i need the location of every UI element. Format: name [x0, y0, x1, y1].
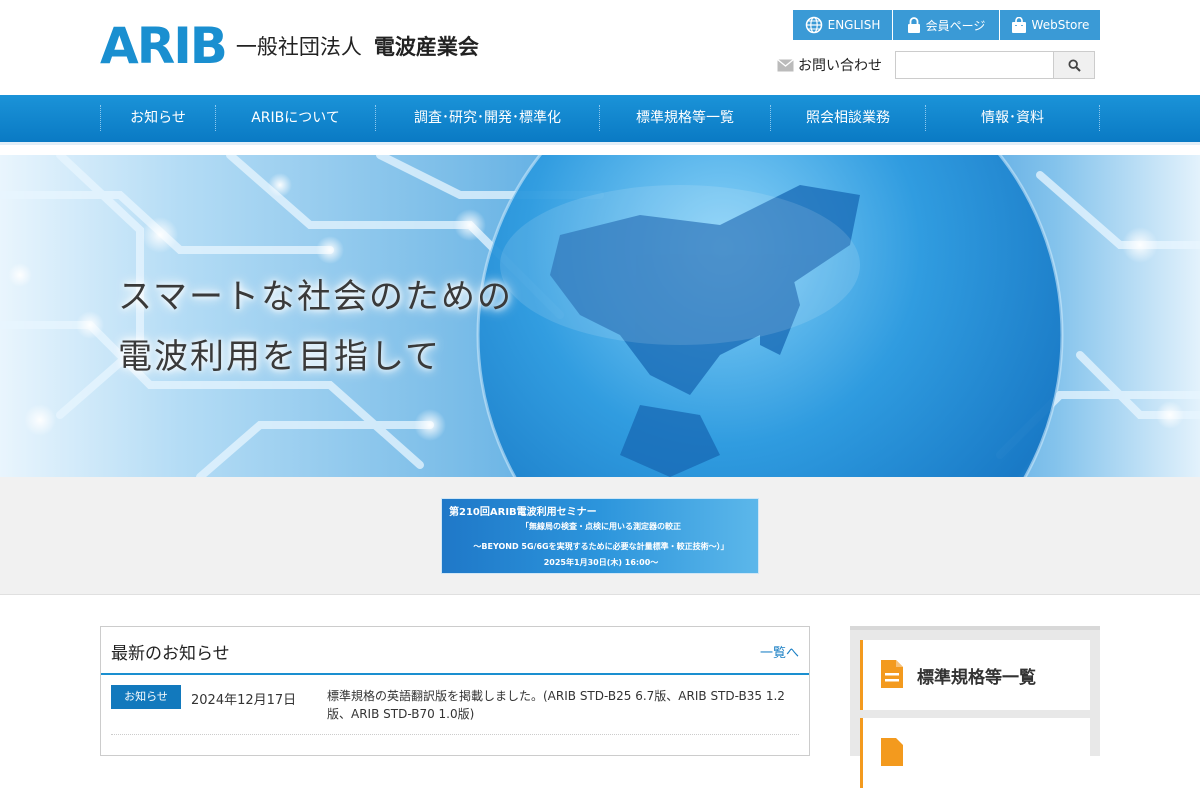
news-title: 最新のお知らせ: [111, 644, 230, 664]
globe-icon: [805, 16, 822, 34]
search-input[interactable]: [896, 52, 1053, 78]
seminar-subtitle-2: ～BEYOND 5G/6Gを実現するために必要な計量標準・較正技術～）」: [473, 542, 729, 551]
nav-item-information[interactable]: 情報･資料: [925, 105, 1100, 131]
webstore-label: WebStore: [1031, 18, 1090, 32]
shopping-bag-icon: [1011, 16, 1026, 33]
webstore-button[interactable]: WebStore: [1000, 10, 1100, 40]
mail-icon: [777, 58, 794, 71]
nav-item-inquiry[interactable]: 照会相談業務: [770, 105, 925, 131]
logo-type: 一般社団法人: [235, 35, 362, 59]
latest-news: 最新のお知らせ 一覧へ お知らせ 2024年12月17日 標準規格の英語翻訳版を…: [100, 626, 810, 756]
hero-line-1: スマートな社会のための: [118, 277, 513, 317]
news-link[interactable]: 標準規格の英語翻訳版を掲載しました。(ARIB STD-B25 6.7版、ARI…: [327, 687, 797, 723]
logo-text: 一般社団法人 電波産業会: [236, 31, 479, 61]
seminar-date: 2025年1月30日(木) 16:00～: [543, 558, 659, 567]
seminar-title: 第210回ARIB電波利用セミナー: [449, 507, 597, 518]
logo-org-name: 電波産業会: [373, 35, 479, 59]
logo-mark: ARIB: [100, 17, 228, 75]
seminar-banner[interactable]: 第210回ARIB電波利用セミナー 「無線局の検査・点検に用いる測定器の較正 ～…: [441, 498, 759, 574]
sidebar: 標準規格等一覧: [850, 626, 1100, 788]
nav-item-research[interactable]: 調査･研究･開発･標準化: [375, 105, 599, 131]
hero-line-2: 電波利用を目指して: [118, 337, 441, 377]
news-item: お知らせ 2024年12月17日 標準規格の英語翻訳版を掲載しました。(ARIB…: [111, 675, 799, 735]
hero-catchphrase: スマートな社会のための 電波利用を目指して: [118, 267, 513, 387]
news-date: 2024年12月17日: [191, 693, 297, 708]
utility-nav: ENGLISH 会員ページ WebStore: [793, 10, 1100, 40]
contact-link[interactable]: お問い合わせ: [777, 55, 882, 75]
news-category-badge: お知らせ: [111, 685, 181, 709]
contact-label: お問い合わせ: [798, 58, 882, 74]
hero-image: スマートな社会のための 電波利用を目指して: [0, 155, 1200, 477]
global-nav: お知らせ ARIBについて 調査･研究･開発･標準化 標準規格等一覧 照会相談業…: [0, 95, 1200, 145]
news-more-link[interactable]: 一覧へ: [760, 642, 799, 661]
seminar-subtitle: 「無線局の検査・点検に用いる測定器の較正: [521, 522, 681, 531]
sidebar-card-label: 標準規格等一覧: [917, 668, 1036, 688]
document-icon: [881, 660, 903, 688]
members-label: 会員ページ: [925, 18, 986, 33]
search-button[interactable]: [1053, 52, 1094, 78]
lock-icon: [907, 16, 920, 33]
site-header: ARIB 一般社団法人 電波産業会 ENGLISH 会員ページ WebStore…: [0, 0, 1200, 95]
search-icon: [1067, 58, 1081, 72]
sidebar-card-2[interactable]: [860, 718, 1090, 788]
site-logo[interactable]: ARIB 一般社団法人 電波産業会: [100, 20, 479, 72]
news-header: 最新のお知らせ 一覧へ: [101, 627, 809, 675]
nav-item-news[interactable]: お知らせ: [100, 105, 215, 131]
sidebar-card-standards[interactable]: 標準規格等一覧: [860, 640, 1090, 710]
english-button[interactable]: ENGLISH: [793, 10, 893, 40]
document-icon: [881, 738, 903, 766]
site-search: [895, 51, 1095, 79]
english-label: ENGLISH: [827, 18, 881, 32]
banner-band: 第210回ARIB電波利用セミナー 「無線局の検査・点検に用いる測定器の較正 ～…: [0, 477, 1200, 595]
nav-item-about[interactable]: ARIBについて: [215, 105, 375, 131]
members-page-button[interactable]: 会員ページ: [893, 10, 1000, 40]
nav-item-standards[interactable]: 標準規格等一覧: [599, 105, 770, 131]
